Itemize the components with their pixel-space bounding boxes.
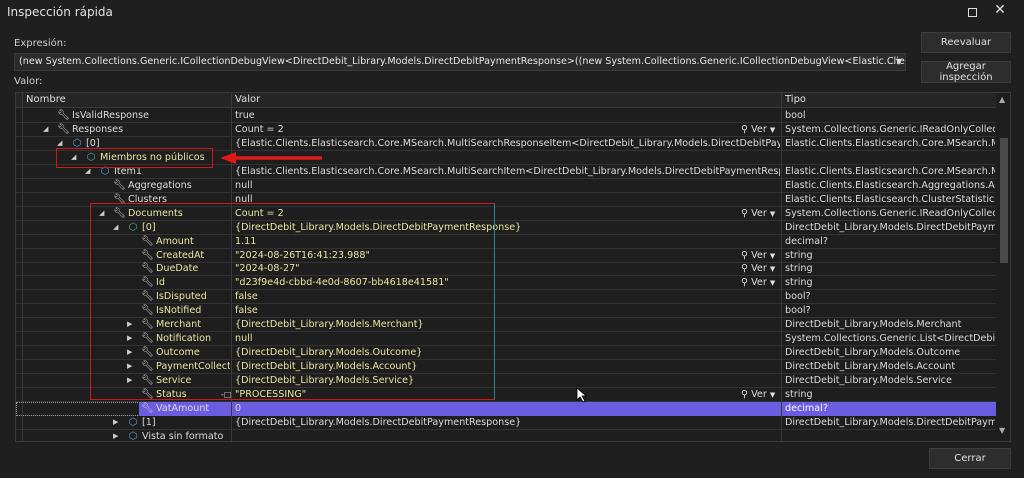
visualizer-button[interactable]: ⚲ Ver ▼ (741, 207, 775, 221)
search-icon: ⚲ (741, 389, 749, 400)
scrollbar-thumb[interactable] (1000, 138, 1008, 263)
column-header-value[interactable]: Valor (235, 94, 260, 105)
row-type: string (785, 277, 813, 289)
close-button[interactable]: Cerrar (929, 448, 1011, 469)
table-row[interactable]: 🔧︎ Aggregations null Elastic.Clients.Elasti… (16, 179, 996, 193)
search-icon: ⚲ (741, 123, 749, 135)
row-value[interactable]: {DirectDebit_Library.Models.DirectDebitP… (235, 416, 780, 430)
chevron-down-icon: ▼ (769, 279, 776, 288)
row-name: VatAmount (156, 402, 210, 414)
value-label: Valor: (14, 76, 43, 87)
row-value[interactable]: true (235, 109, 780, 123)
row-type: Elastic.Clients.Elasticsearch.ClusterSta… (785, 193, 995, 205)
close-window-button[interactable]: ✕ (990, 2, 1010, 20)
row-type (785, 151, 995, 165)
wrench-property-icon: 🔧︎ (57, 110, 70, 121)
column-header-name[interactable]: Nombre (26, 94, 66, 105)
search-icon: ⚲ (741, 207, 749, 219)
row-type: decimal? (785, 402, 828, 414)
row-type: bool (785, 110, 806, 121)
wrench-property-icon: 🔧︎ (113, 179, 126, 191)
row-value[interactable]: {Elastic.Clients.Elasticsearch.Core.MSea… (235, 137, 780, 151)
chevron-down-icon[interactable]: ▼ (893, 54, 905, 70)
grid-header: Nombre Valor Tipo (16, 93, 996, 108)
annotation-arrow (220, 152, 322, 164)
row-name: Vista sin formato (142, 430, 224, 442)
row-type: DirectDebit_Library.Models.Outcome (785, 347, 961, 359)
collapse-toggle[interactable]: ◢ (43, 123, 53, 137)
row-type: bool? (785, 305, 811, 317)
chevron-down-icon: ▼ (769, 265, 776, 274)
object-icon: ⬡ (128, 416, 138, 428)
scroll-up-icon[interactable]: ▲ (999, 95, 1005, 104)
annotation-box-documents (90, 203, 495, 400)
row-value[interactable]: null (235, 179, 780, 193)
chevron-down-icon: ▼ (769, 391, 776, 399)
visualizer-button[interactable]: ⚲ Ver ▼ (741, 123, 775, 137)
row-type: Elastic.Clients.Elasticsearch.Aggregatio… (785, 179, 995, 191)
window-title: Inspección rápida (7, 5, 113, 19)
row-type: System.Collections.Generic.List<DirectDe… (785, 333, 995, 345)
reevaluate-button[interactable]: Reevaluar (921, 32, 1011, 53)
maximize-icon (967, 7, 977, 17)
row-name: [1] (142, 416, 156, 428)
vertical-scrollbar[interactable]: ▲ ▼ (996, 93, 1010, 441)
visualizer-button[interactable]: ⚲ Ver ▼ (741, 388, 775, 402)
table-row[interactable]: 🔧︎ IsValidResponse true bool (16, 109, 996, 123)
row-type: DirectDebit_Library.Models.Service (785, 375, 952, 387)
row-type: string (785, 263, 813, 275)
row-type: string (785, 249, 813, 261)
search-icon: ⚲ (741, 277, 749, 289)
row-type: Elastic.Clients.Elasticsearch.Core.MSear… (785, 137, 995, 149)
row-name: IsValidResponse (72, 110, 150, 121)
row-type: DirectDebit_Library.Models.Account (785, 361, 956, 373)
visualizer-button[interactable]: ⚲ Ver ▼ (741, 262, 775, 276)
chevron-down-icon: ▼ (769, 251, 776, 260)
visualizer-button[interactable]: ⚲ Ver ▼ (741, 276, 775, 290)
wrench-property-icon: 🔧︎ (57, 123, 70, 135)
row-type: DirectDebit_Library.Models.DirectDebitPa… (785, 221, 995, 233)
row-value[interactable]: {Elastic.Clients.Elasticsearch.Core.MSea… (235, 165, 780, 179)
annotation-box-members (56, 148, 213, 168)
mouse-cursor-icon (576, 387, 588, 403)
row-name: Responses (72, 123, 124, 135)
search-icon: ⚲ (741, 263, 749, 275)
expression-label: Expresión: (14, 38, 67, 49)
object-icon: ⬡ (128, 430, 138, 442)
row-type: DirectDebit_Library.Models.Merchant (785, 319, 962, 331)
row-type: decimal? (785, 235, 828, 247)
row-type (785, 430, 995, 441)
row-value[interactable]: Count = 2 (235, 123, 735, 137)
row-type: System.Collections.Generic.IReadOnlyColl… (785, 207, 995, 219)
row-value[interactable]: 0 (235, 402, 780, 416)
table-row[interactable]: 🔧︎ VatAmount 0 decimal? (16, 401, 996, 416)
wrench-property-icon: 🔧︎ (141, 402, 154, 414)
row-name: Aggregations (128, 179, 192, 191)
row-type: System.Collections.Generic.IReadOnlyColl… (785, 123, 995, 135)
search-icon: ⚲ (741, 249, 749, 261)
row-value[interactable] (235, 430, 780, 441)
table-row[interactable]: ◢ 🔧︎ Responses Count = 2 ⚲ Ver ▼ System.Colle… (16, 123, 996, 137)
column-header-type[interactable]: Tipo (785, 94, 806, 105)
maximize-button[interactable] (962, 3, 982, 21)
row-type: Elastic.Clients.Elasticsearch.Core.MSear… (785, 165, 995, 177)
table-row[interactable]: ▶ ⬡ Vista sin formato (16, 430, 996, 442)
row-type: bool? (785, 291, 811, 303)
table-row[interactable]: ▶ ⬡ [1] {DirectDebit_Library.Models.DirectD… (16, 416, 996, 430)
add-watch-button[interactable]: Agregar inspección (921, 61, 1011, 83)
row-type: string (785, 389, 813, 400)
expression-input[interactable]: (new System.Collections.Generic.ICollect… (14, 53, 906, 71)
scroll-down-icon[interactable]: ▼ (999, 426, 1005, 435)
chevron-down-icon: ▼ (769, 125, 776, 134)
visualizer-button[interactable]: ⚲ Ver ▼ (741, 249, 775, 263)
row-type: DirectDebit_Library.Models.DirectDebitPa… (785, 416, 995, 428)
chevron-down-icon: ▼ (769, 209, 776, 218)
expand-toggle[interactable]: ▶ (113, 416, 123, 430)
expand-toggle[interactable]: ▶ (113, 430, 123, 441)
